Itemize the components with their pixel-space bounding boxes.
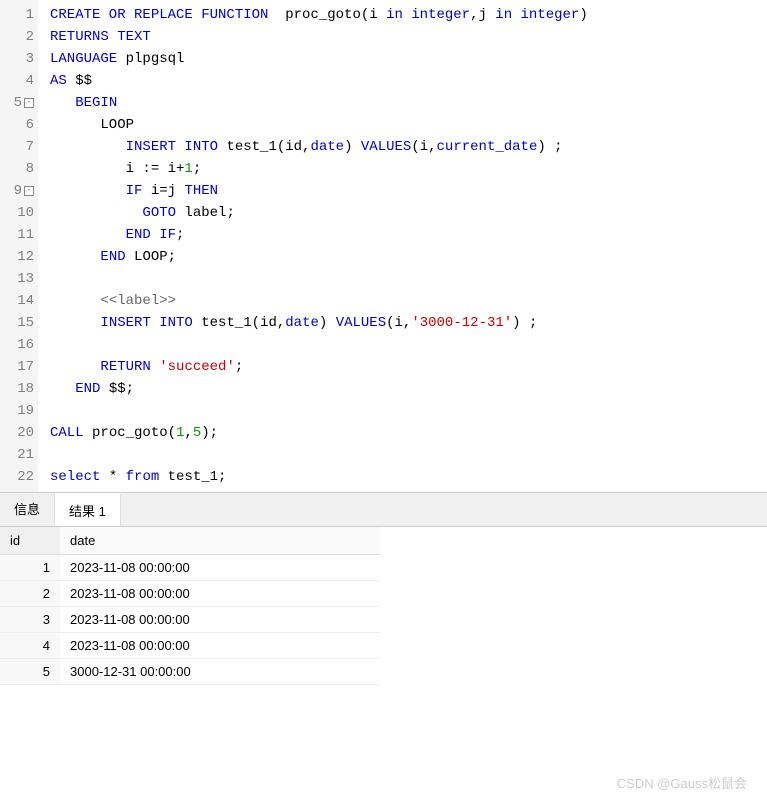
gutter-line: 2 — [0, 26, 38, 48]
code-line[interactable]: BEGIN — [50, 92, 755, 114]
table-cell[interactable]: 2023-11-08 00:00:00 — [60, 581, 380, 607]
gutter-line: 20 — [0, 422, 38, 444]
code-editor[interactable]: 12345-6789-10111213141516171819202122 CR… — [0, 0, 767, 493]
fold-icon[interactable]: - — [24, 98, 34, 108]
result-header-row: id date — [0, 527, 380, 555]
table-row[interactable]: 32023-11-08 00:00:00 — [0, 607, 380, 633]
gutter-line: 7 — [0, 136, 38, 158]
table-cell[interactable]: 2023-11-08 00:00:00 — [60, 555, 380, 581]
gutter-line: 17 — [0, 356, 38, 378]
code-line[interactable]: END $$; — [50, 378, 755, 400]
gutter-line: 16 — [0, 334, 38, 356]
code-line[interactable]: GOTO label; — [50, 202, 755, 224]
code-line[interactable]: INSERT INTO test_1(id,date) VALUES(i,cur… — [50, 136, 755, 158]
table-cell[interactable]: 1 — [0, 555, 60, 581]
code-line[interactable]: LOOP — [50, 114, 755, 136]
column-id[interactable]: id — [0, 527, 60, 555]
code-line[interactable]: RETURNS TEXT — [50, 26, 755, 48]
table-row[interactable]: 42023-11-08 00:00:00 — [0, 633, 380, 659]
gutter-line: 21 — [0, 444, 38, 466]
code-line[interactable] — [50, 400, 755, 422]
gutter-line: 5- — [0, 92, 38, 114]
gutter-line: 4 — [0, 70, 38, 92]
code-line[interactable]: LANGUAGE plpgsql — [50, 48, 755, 70]
gutter-line: 14 — [0, 290, 38, 312]
table-cell[interactable]: 2 — [0, 581, 60, 607]
table-cell[interactable]: 2023-11-08 00:00:00 — [60, 633, 380, 659]
gutter-line: 13 — [0, 268, 38, 290]
result-grid[interactable]: id date 12023-11-08 00:00:0022023-11-08 … — [0, 527, 767, 685]
gutter-line: 10 — [0, 202, 38, 224]
code-line[interactable]: select * from test_1; — [50, 466, 755, 488]
gutter-line: 1 — [0, 4, 38, 26]
tab-result-1[interactable]: 结果 1 — [55, 493, 121, 526]
code-line[interactable] — [50, 444, 755, 466]
column-date[interactable]: date — [60, 527, 380, 555]
result-tabs: 信息 结果 1 — [0, 493, 767, 527]
table-cell[interactable]: 3000-12-31 00:00:00 — [60, 659, 380, 685]
table-cell[interactable]: 2023-11-08 00:00:00 — [60, 607, 380, 633]
gutter-line: 3 — [0, 48, 38, 70]
table-cell[interactable]: 3 — [0, 607, 60, 633]
gutter-line: 19 — [0, 400, 38, 422]
code-line[interactable]: AS $$ — [50, 70, 755, 92]
code-line[interactable]: IF i=j THEN — [50, 180, 755, 202]
gutter-line: 15 — [0, 312, 38, 334]
gutter-line: 6 — [0, 114, 38, 136]
code-line[interactable]: END LOOP; — [50, 246, 755, 268]
table-row[interactable]: 53000-12-31 00:00:00 — [0, 659, 380, 685]
table-row[interactable]: 22023-11-08 00:00:00 — [0, 581, 380, 607]
gutter-line: 8 — [0, 158, 38, 180]
gutter-line: 11 — [0, 224, 38, 246]
watermark: CSDN @Gauss松鼠会 — [617, 773, 747, 792]
table-cell[interactable]: 4 — [0, 633, 60, 659]
gutter-line: 22 — [0, 466, 38, 488]
code-line[interactable]: i := i+1; — [50, 158, 755, 180]
result-body: 12023-11-08 00:00:0022023-11-08 00:00:00… — [0, 555, 380, 685]
line-gutter: 12345-6789-10111213141516171819202122 — [0, 0, 38, 492]
code-line[interactable]: CALL proc_goto(1,5); — [50, 422, 755, 444]
code-line[interactable] — [50, 334, 755, 356]
code-area[interactable]: CREATE OR REPLACE FUNCTION proc_goto(i i… — [38, 0, 767, 492]
code-line[interactable] — [50, 268, 755, 290]
code-line[interactable]: END IF; — [50, 224, 755, 246]
gutter-line: 18 — [0, 378, 38, 400]
code-line[interactable]: INSERT INTO test_1(id,date) VALUES(i,'30… — [50, 312, 755, 334]
tab-info[interactable]: 信息 — [0, 493, 55, 526]
gutter-line: 12 — [0, 246, 38, 268]
table-row[interactable]: 12023-11-08 00:00:00 — [0, 555, 380, 581]
fold-icon[interactable]: - — [24, 186, 34, 196]
code-line[interactable]: <<label>> — [50, 290, 755, 312]
code-line[interactable]: CREATE OR REPLACE FUNCTION proc_goto(i i… — [50, 4, 755, 26]
table-cell[interactable]: 5 — [0, 659, 60, 685]
gutter-line: 9- — [0, 180, 38, 202]
code-line[interactable]: RETURN 'succeed'; — [50, 356, 755, 378]
